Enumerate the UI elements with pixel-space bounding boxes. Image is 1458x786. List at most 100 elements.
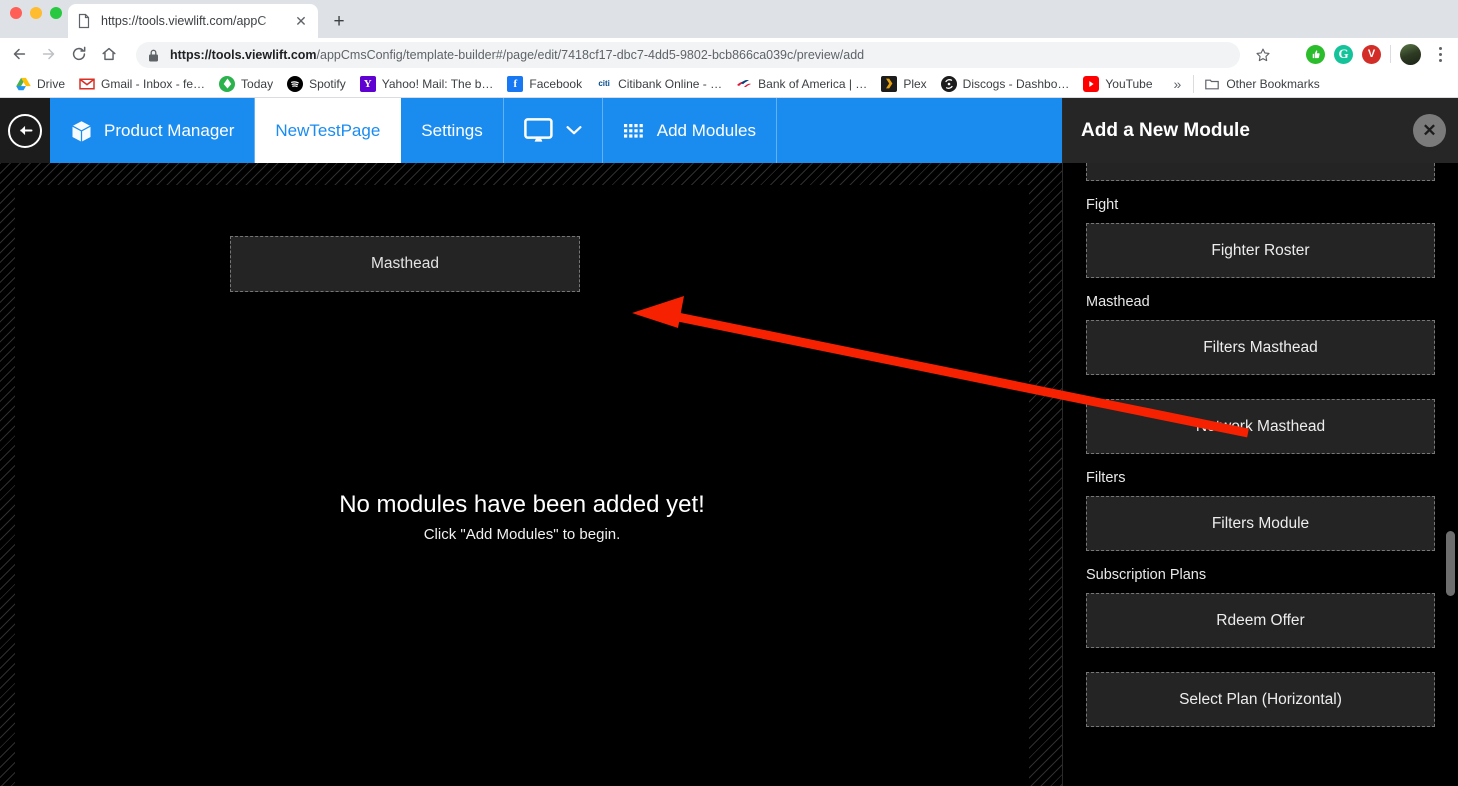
back-icon[interactable]	[4, 39, 34, 69]
feedly-icon	[219, 75, 236, 92]
bookmark-gmail[interactable]: Gmail - Inbox - fe…	[72, 73, 212, 95]
nav-label: NewTestPage	[275, 120, 381, 140]
nav-settings[interactable]: Settings	[401, 98, 504, 163]
lock-icon	[148, 49, 160, 62]
lastpass-icon[interactable]: V	[1362, 44, 1381, 64]
back-arrow-icon	[8, 113, 42, 148]
bookmark-label: Gmail - Inbox - fe…	[101, 76, 206, 91]
module-card-label: Network Masthead	[1195, 417, 1326, 435]
module-card-partial[interactable]	[1086, 163, 1435, 181]
reload-icon[interactable]	[64, 39, 94, 69]
module-group-label: Masthead	[1086, 294, 1150, 310]
module-group-label: Filters	[1086, 470, 1126, 486]
folder-icon	[1204, 76, 1220, 92]
close-icon[interactable]: ✕	[1413, 114, 1446, 147]
dragged-module-preview[interactable]: Masthead	[230, 236, 580, 292]
module-card-label: Fighter Roster	[1211, 241, 1310, 259]
grammarly-icon[interactable]: G	[1334, 44, 1353, 64]
module-group-label: Fight	[1086, 197, 1119, 213]
dragged-module-label: Masthead	[370, 255, 440, 272]
forward-icon[interactable]	[34, 39, 64, 69]
module-card-filters-masthead[interactable]: Filters Masthead	[1086, 320, 1435, 375]
bookmark-label: YouTube	[1105, 76, 1153, 91]
bookmarks-divider	[1193, 74, 1195, 93]
add-modules-label: Add Modules	[656, 120, 756, 140]
device-preview-selector[interactable]	[504, 98, 603, 163]
monitor-icon	[523, 117, 553, 144]
extensions-area: G V	[1306, 38, 1450, 70]
add-modules-button[interactable]: Add Modules	[603, 98, 777, 163]
bookmarks-overflow-button[interactable]: »	[1166, 76, 1190, 92]
avatar[interactable]	[1400, 43, 1421, 65]
chevron-down-icon	[566, 125, 582, 136]
nav-newtestpage[interactable]: NewTestPage	[255, 98, 402, 163]
bookmark-label: Yahoo! Mail: The b…	[381, 76, 494, 91]
panel-title: Add a New Module	[1081, 119, 1250, 141]
new-tab-button[interactable]: +	[326, 9, 352, 35]
cube-icon	[70, 119, 93, 143]
youtube-icon	[1083, 75, 1100, 92]
browser-tab[interactable]: https://tools.viewlift.com/appC ✕	[68, 4, 318, 38]
browser-window: https://tools.viewlift.com/appC ✕ + http…	[0, 0, 1458, 786]
bookmark-today[interactable]: Today	[212, 73, 280, 95]
empty-state-subtitle: Click "Add Modules" to begin.	[423, 526, 621, 543]
home-icon[interactable]	[94, 39, 124, 69]
gmail-icon	[79, 76, 95, 92]
bookmark-label: Facebook	[529, 76, 583, 91]
bookmark-label: Plex	[903, 76, 927, 91]
address-bar[interactable]: https://tools.viewlift.com/appCmsConfig/…	[136, 42, 1240, 68]
tab-strip: https://tools.viewlift.com/appC ✕ +	[0, 0, 1458, 38]
app-back-button[interactable]	[0, 98, 50, 163]
minimize-window-button[interactable]	[30, 7, 42, 19]
module-card-select-plan-horizontal[interactable]: Select Plan (Horizontal)	[1086, 672, 1435, 727]
maximize-window-button[interactable]	[50, 7, 62, 19]
nav-label: Product Manager	[104, 120, 235, 140]
bookmark-label: Citibank Online - …	[618, 76, 723, 91]
bookmark-spotify[interactable]: Spotify	[280, 73, 353, 95]
close-window-button[interactable]	[10, 7, 22, 19]
close-tab-button[interactable]: ✕	[292, 12, 310, 30]
other-bookmarks-button[interactable]: Other Bookmarks	[1198, 76, 1325, 92]
empty-state-title: No modules have been added yet!	[339, 491, 705, 518]
module-card-label: Rdeem Offer	[1216, 611, 1305, 629]
module-card-label: Filters Module	[1211, 514, 1310, 532]
module-card-label: Filters Masthead	[1203, 338, 1318, 356]
module-card-network-masthead[interactable]: Network Masthead	[1086, 399, 1435, 454]
url-domain: https://tools.viewlift.com	[170, 48, 317, 62]
bookmark-yahoo[interactable]: Y Yahoo! Mail: The b…	[353, 73, 501, 95]
bookmark-discogs[interactable]: Discogs - Dashbo…	[934, 73, 1077, 95]
module-card-spacer	[1086, 375, 1435, 399]
bookmark-facebook[interactable]: f Facebook	[500, 73, 589, 95]
nav-product-manager[interactable]: Product Manager	[50, 98, 256, 163]
panel-scrollbar[interactable]	[1446, 531, 1455, 596]
bookmark-label: Spotify	[309, 76, 346, 91]
module-card-spacer	[1086, 648, 1435, 672]
bookmark-label: Bank of America | …	[758, 76, 868, 91]
bookmark-drive[interactable]: Drive	[8, 73, 72, 95]
bookmark-plex[interactable]: Plex	[874, 73, 933, 95]
bookmark-youtube[interactable]: YouTube	[1076, 73, 1159, 95]
bofa-icon	[736, 76, 752, 92]
yahoo-icon: Y	[359, 75, 376, 92]
module-card-fighter-roster[interactable]: Fighter Roster	[1086, 223, 1435, 278]
bookmark-label: Discogs - Dashbo…	[962, 76, 1070, 91]
module-card-filters-module[interactable]: Filters Module	[1086, 496, 1435, 551]
drive-icon	[15, 76, 31, 92]
citi-icon: citi	[598, 79, 610, 88]
thumbs-up-icon[interactable]	[1306, 44, 1325, 64]
bookmark-bofa[interactable]: Bank of America | …	[729, 73, 874, 95]
bookmark-label: Today	[241, 76, 274, 91]
canvas-surface[interactable]: Masthead No modules have been added yet!…	[15, 185, 1029, 786]
toolbar-divider	[1390, 45, 1391, 63]
other-bookmarks-label: Other Bookmarks	[1226, 76, 1320, 91]
module-card-label: Select Plan (Horizontal)	[1179, 690, 1342, 708]
kebab-menu-icon[interactable]	[1430, 46, 1450, 62]
discogs-icon	[940, 75, 957, 92]
page-canvas[interactable]: Masthead No modules have been added yet!…	[0, 163, 1062, 786]
bookmark-citibank[interactable]: citi Citibank Online - …	[589, 73, 729, 95]
bookmark-star-icon[interactable]	[1253, 45, 1273, 65]
module-list[interactable]: Fight Fighter Roster Masthead Filters Ma…	[1063, 163, 1458, 786]
empty-state: No modules have been added yet! Click "A…	[15, 490, 1029, 543]
url-path: /appCmsConfig/template-builder#/page/edi…	[316, 48, 865, 62]
module-card-rdeem-offer[interactable]: Rdeem Offer	[1086, 593, 1435, 648]
